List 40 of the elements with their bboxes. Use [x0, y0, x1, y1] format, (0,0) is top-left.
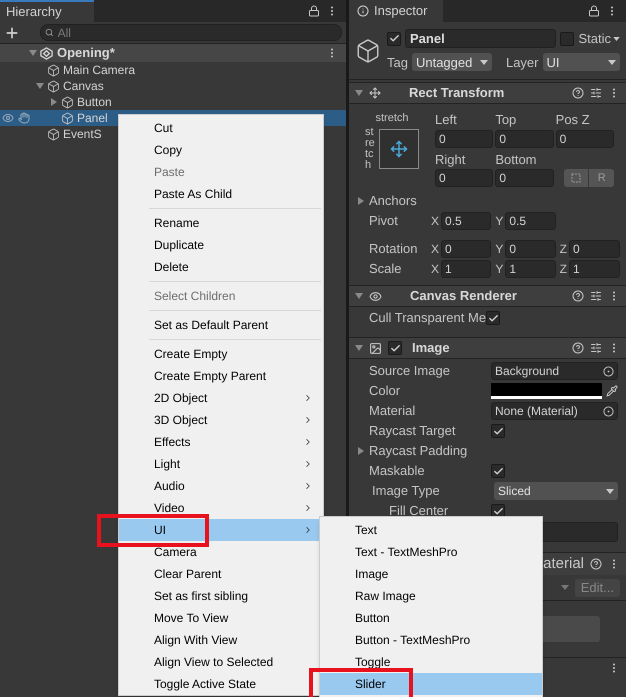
- preset-label: stretch: [365, 126, 376, 170]
- property-label: Image Type: [372, 482, 441, 500]
- field-label: Left: [435, 111, 458, 129]
- hierarchy-item-label: Canvas: [63, 78, 104, 95]
- axis-label: X: [431, 241, 440, 258]
- field-label: Right: [435, 150, 466, 169]
- layer-label: Layer: [506, 54, 538, 72]
- component-title: Image: [412, 339, 451, 358]
- field-label: Bottom: [495, 150, 538, 168]
- component-title: Canvas Renderer: [410, 287, 518, 306]
- property-label: Raycast Target: [369, 422, 456, 440]
- axis-label: Y: [495, 241, 504, 258]
- property-label: Color: [369, 382, 402, 400]
- axis-label: Z: [560, 241, 567, 258]
- field-label: Pos Z: [556, 111, 591, 129]
- section-title: aterial: [543, 554, 584, 574]
- hierarchy-item-label: Button: [77, 94, 112, 111]
- tag-label: Tag: [387, 54, 408, 72]
- property-label: Scale: [369, 260, 403, 278]
- axis-label: Y: [495, 213, 504, 230]
- axis-label: X: [431, 261, 440, 278]
- property-label: Raycast Padding: [369, 442, 468, 460]
- property-label: Rotation: [369, 240, 418, 258]
- axis-label: Y: [495, 261, 504, 278]
- property-label: Pivot: [369, 212, 399, 230]
- scene-name: Opening*: [57, 44, 116, 62]
- component-title: Rect Transform: [409, 84, 506, 102]
- axis-label: X: [431, 213, 440, 230]
- property-label: Cull Transparent Me: [369, 309, 486, 328]
- axis-label: Z: [560, 261, 567, 278]
- property-label: Source Image: [369, 362, 451, 380]
- hierarchy-item-label: EventS: [63, 126, 102, 143]
- hierarchy-item-label: Main Camera: [63, 62, 136, 79]
- property-label: Maskable: [369, 462, 426, 480]
- hierarchy-item-label: Panel: [77, 110, 108, 127]
- field-label: Top: [495, 111, 518, 129]
- property-label: Anchors: [369, 192, 417, 210]
- preset-label: stretch: [375, 111, 408, 126]
- property-label: Material: [369, 402, 416, 420]
- property-label: Fill Center: [389, 502, 450, 520]
